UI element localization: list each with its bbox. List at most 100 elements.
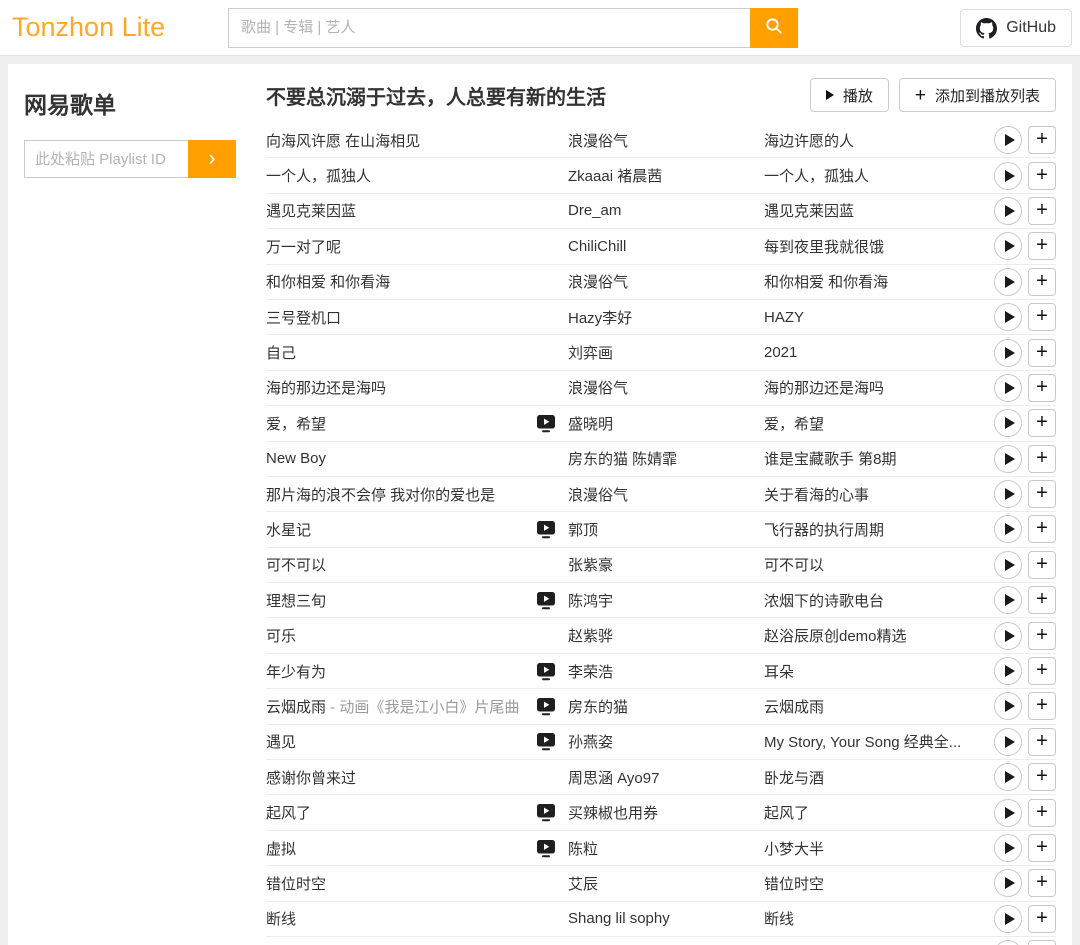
playlist-submit-button[interactable]: › [188,140,236,178]
song-row: 起风了 买辣椒也用券 起风了 + [266,795,1056,830]
row-add-button[interactable]: + [1028,940,1056,945]
row-add-button[interactable]: + [1028,622,1056,650]
plus-icon: + [915,86,926,105]
play-icon [1005,417,1015,429]
add-playlist-button[interactable]: + 添加到播放列表 [899,78,1056,112]
song-artist: Hazy李好 [568,307,764,328]
row-add-button[interactable]: + [1028,834,1056,862]
row-play-button[interactable] [994,940,1022,945]
play-icon [1005,382,1015,394]
song-actions: + [992,303,1056,331]
song-title: 遇见克莱因蓝 [266,200,536,221]
song-row: 万一对了呢 ChiliChill 每到夜里我就很饿 + [266,229,1056,264]
row-play-button[interactable] [994,268,1022,296]
app-logo[interactable]: Tonzhon Lite [12,12,228,43]
row-add-button[interactable]: + [1028,728,1056,756]
row-add-button[interactable]: + [1028,480,1056,508]
song-album: 卧龙与酒 [764,767,992,788]
row-play-button[interactable] [994,445,1022,473]
row-play-button[interactable] [994,162,1022,190]
row-play-button[interactable] [994,374,1022,402]
row-add-button[interactable]: + [1028,869,1056,897]
search-button[interactable] [750,8,798,48]
row-play-button[interactable] [994,869,1022,897]
song-row: 理想三旬 陈鸿宇 浓烟下的诗歌电台 + [266,583,1056,618]
song-artist: Shang lil sophy [568,910,764,927]
github-label: GitHub [1006,19,1056,37]
song-actions: + [992,445,1056,473]
row-add-button[interactable]: + [1028,409,1056,437]
song-actions: + [992,232,1056,260]
song-title: 自己 [266,342,536,363]
row-add-button[interactable]: + [1028,445,1056,473]
mv-icon [536,308,568,327]
row-play-button[interactable] [994,339,1022,367]
song-title: 向海风许愿 在山海相见 [266,130,536,151]
mv-icon [536,768,568,787]
row-add-button[interactable]: + [1028,515,1056,543]
row-play-button[interactable] [994,905,1022,933]
row-add-button[interactable]: + [1028,126,1056,154]
row-add-button[interactable]: + [1028,268,1056,296]
row-play-button[interactable] [994,232,1022,260]
play-icon [1005,913,1015,925]
song-artist: 盛晓明 [568,413,764,434]
sidebar: 网易歌单 › [8,64,258,945]
row-play-button[interactable] [994,692,1022,720]
row-play-button[interactable] [994,657,1022,685]
playlist-id-input[interactable] [24,140,188,178]
row-add-button[interactable]: + [1028,692,1056,720]
row-play-button[interactable] [994,622,1022,650]
playlist-id-group: › [24,140,236,178]
row-play-button[interactable] [994,303,1022,331]
song-row: New Boy 房东的猫 陈婧霏 谁是宝藏歌手 第8期 + [266,442,1056,477]
song-album: 云烟成雨 [764,696,992,717]
play-icon [1005,276,1015,288]
row-play-button[interactable] [994,586,1022,614]
row-add-button[interactable]: + [1028,905,1056,933]
row-add-button[interactable]: + [1028,799,1056,827]
row-add-button[interactable]: + [1028,232,1056,260]
song-row: 遇见 孙燕姿 My Story, Your Song 经典全... + [266,725,1056,760]
playlist-header: 不要总沉溺于过去，人总要有新的生活 播放 + 添加到播放列表 [266,78,1056,112]
row-play-button[interactable] [994,126,1022,154]
row-play-button[interactable] [994,515,1022,543]
mv-icon [536,131,568,150]
row-play-button[interactable] [994,197,1022,225]
mv-icon [536,272,568,291]
row-play-button[interactable] [994,728,1022,756]
row-add-button[interactable]: + [1028,303,1056,331]
row-play-button[interactable] [994,551,1022,579]
song-row: 云烟成雨 - 动画《我是江小白》片尾曲 房东的猫 云烟成雨 + [266,689,1056,724]
song-artist: 陈粒 [568,838,764,859]
row-add-button[interactable]: + [1028,657,1056,685]
mv-icon [536,874,568,893]
row-add-button[interactable]: + [1028,162,1056,190]
mv-icon [536,697,568,716]
row-play-button[interactable] [994,409,1022,437]
mv-icon [536,662,568,681]
song-album: HAZY [764,309,992,326]
row-play-button[interactable] [994,799,1022,827]
song-actions: + [992,551,1056,579]
song-row: 孤勇者 陈奕迅 孤勇者 + [266,937,1056,945]
row-play-button[interactable] [994,763,1022,791]
search-input[interactable] [228,8,750,48]
row-add-button[interactable]: + [1028,551,1056,579]
github-button[interactable]: GitHub [960,9,1072,47]
mv-icon [536,626,568,645]
app-header: Tonzhon Lite GitHub [0,0,1080,56]
row-add-button[interactable]: + [1028,197,1056,225]
song-title: 错位时空 [266,873,536,894]
row-add-button[interactable]: + [1028,763,1056,791]
play-icon [1005,630,1015,642]
row-play-button[interactable] [994,834,1022,862]
row-add-button[interactable]: + [1028,374,1056,402]
play-playlist-button[interactable]: 播放 [810,78,889,112]
song-actions: + [992,692,1056,720]
row-add-button[interactable]: + [1028,339,1056,367]
song-actions: + [992,268,1056,296]
song-album: 耳朵 [764,661,992,682]
row-add-button[interactable]: + [1028,586,1056,614]
row-play-button[interactable] [994,480,1022,508]
